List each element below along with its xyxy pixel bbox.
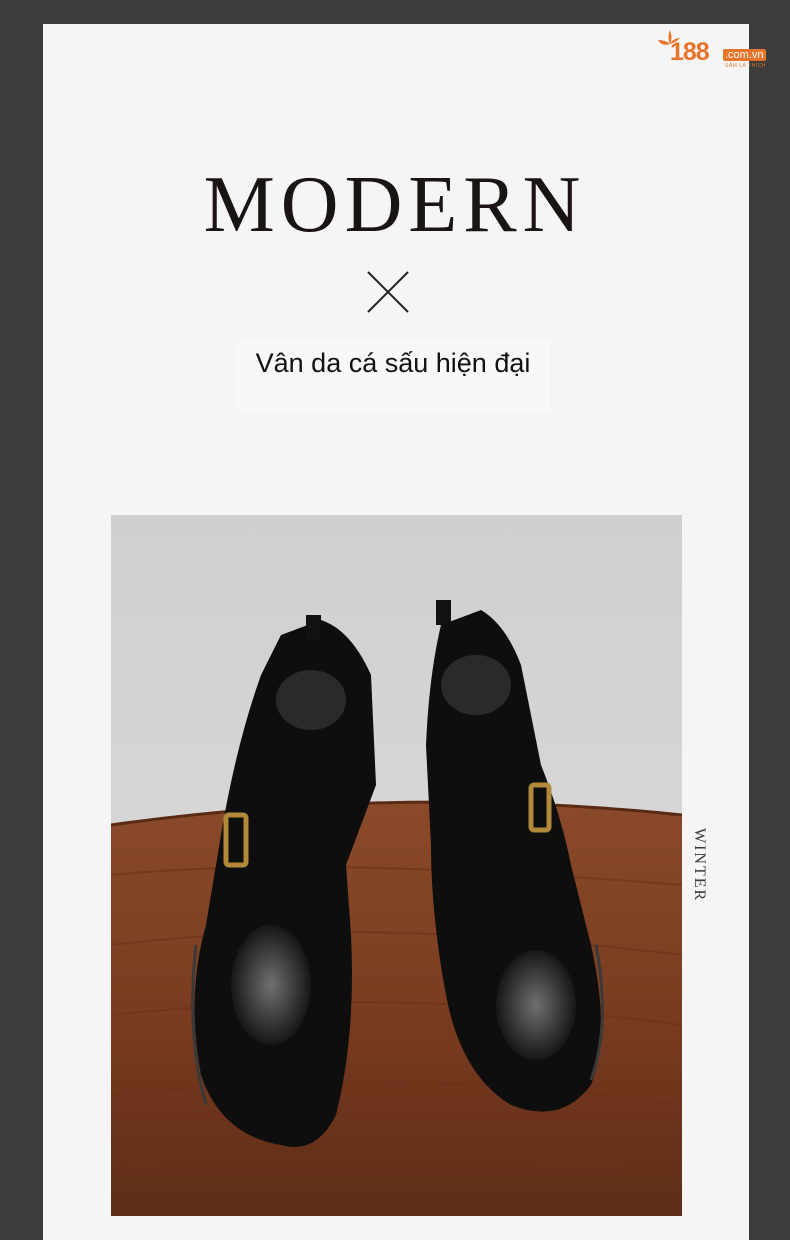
subtitle: Vân da cá sấu hiện đại	[255, 348, 531, 378]
page-title: MODERN	[203, 161, 587, 249]
product-photo	[111, 515, 682, 1216]
logo-number: 188	[670, 38, 710, 66]
subtitle-box: Vân da cá sấu hiện đại	[236, 340, 550, 412]
cross-icon	[367, 271, 409, 313]
brand-logo[interactable]: 188 .com.vn SẮM LÀ THÍCH	[650, 24, 774, 72]
logo-domain: .com.vn	[723, 49, 766, 61]
boots-image	[111, 515, 682, 1216]
season-label: WINTER	[691, 828, 708, 903]
logo-tagline: SẮM LÀ THÍCH	[725, 63, 766, 69]
